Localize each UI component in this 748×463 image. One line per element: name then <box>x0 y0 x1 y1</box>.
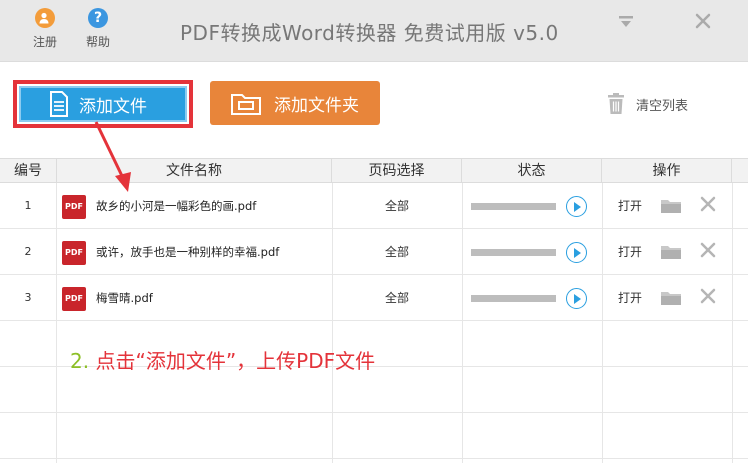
help-icon: ? <box>88 8 108 28</box>
empty-row <box>0 413 748 459</box>
clear-list-button[interactable]: 清空列表 <box>606 93 688 115</box>
page-select[interactable]: 全部 <box>332 229 462 275</box>
progress-bar <box>471 203 556 210</box>
open-folder-icon[interactable] <box>660 290 682 310</box>
minimize-button[interactable] <box>618 14 634 33</box>
delete-icon[interactable] <box>700 288 716 308</box>
add-folder-button[interactable]: 添加文件夹 <box>210 81 380 125</box>
table-row[interactable]: 2 PDF 或许，放手也是一种别样的幸福.pdf 全部 打开 <box>0 229 748 275</box>
open-button[interactable]: 打开 <box>618 183 642 229</box>
header-filename: 文件名称 <box>57 159 332 183</box>
pdf-file-icon: PDF <box>62 287 86 311</box>
file-table: 编号 文件名称 页码选择 状态 操作 1 PDF 故乡的小河是一幅彩色的画.pd… <box>0 158 748 463</box>
file-name: 或许，放手也是一种别样的幸福.pdf <box>96 245 280 259</box>
file-name: 梅雪晴.pdf <box>96 291 153 305</box>
pdf-file-icon: PDF <box>62 241 86 265</box>
row-number: 1 <box>24 199 32 212</box>
delete-icon[interactable] <box>700 196 716 216</box>
add-file-label: 添加文件 <box>79 96 147 117</box>
play-icon[interactable] <box>566 196 587 217</box>
document-icon <box>50 91 68 117</box>
play-icon[interactable] <box>566 242 587 263</box>
clear-list-label: 清空列表 <box>636 98 689 114</box>
progress-bar <box>471 249 556 256</box>
add-folder-label: 添加文件夹 <box>274 95 359 116</box>
app-title: PDF转换成Word转换器 免费试用版 v5.0 <box>180 21 559 45</box>
delete-icon[interactable] <box>700 242 716 262</box>
play-icon[interactable] <box>566 288 587 309</box>
pdf-file-icon: PDF <box>62 195 86 219</box>
add-file-highlight: 添加文件 <box>13 80 193 128</box>
header-actions: 操作 <box>602 159 732 183</box>
open-button[interactable]: 打开 <box>618 275 642 321</box>
row-number: 3 <box>24 291 32 304</box>
step-text: 点击“添加文件”，上传PDF文件 <box>95 349 376 373</box>
folder-icon <box>231 94 261 115</box>
open-folder-icon[interactable] <box>660 244 682 264</box>
open-button[interactable]: 打开 <box>618 229 642 275</box>
user-icon <box>35 8 55 28</box>
register-label: 注册 <box>32 35 57 49</box>
close-window-button[interactable] <box>694 12 712 34</box>
progress-bar <box>471 295 556 302</box>
instruction-text: 2. 点击“添加文件”，上传PDF文件 <box>70 345 375 374</box>
file-name: 故乡的小河是一幅彩色的画.pdf <box>96 199 257 213</box>
table-row[interactable]: 1 PDF 故乡的小河是一幅彩色的画.pdf 全部 打开 <box>0 183 748 229</box>
header-number: 编号 <box>0 159 57 183</box>
header-page-select: 页码选择 <box>332 159 462 183</box>
trash-icon <box>608 93 624 114</box>
row-number: 2 <box>24 245 32 258</box>
minimize-icon <box>619 16 633 27</box>
open-folder-icon[interactable] <box>660 198 682 218</box>
step-number: 2. <box>70 349 90 373</box>
table-row[interactable]: 3 PDF 梅雪晴.pdf 全部 打开 <box>0 275 748 321</box>
table-header: 编号 文件名称 页码选择 状态 操作 <box>0 158 748 183</box>
close-icon <box>695 13 711 29</box>
header-status: 状态 <box>462 159 602 183</box>
help-label: 帮助 <box>85 35 110 49</box>
add-file-button[interactable]: 添加文件 <box>19 86 187 122</box>
title-bar: 注册 ? 帮助 PDF转换成Word转换器 免费试用版 v5.0 <box>0 0 748 62</box>
register-button[interactable]: 注册 <box>25 8 65 50</box>
page-select[interactable]: 全部 <box>332 275 462 321</box>
page-select[interactable]: 全部 <box>332 183 462 229</box>
help-button[interactable]: ? 帮助 <box>78 8 118 50</box>
